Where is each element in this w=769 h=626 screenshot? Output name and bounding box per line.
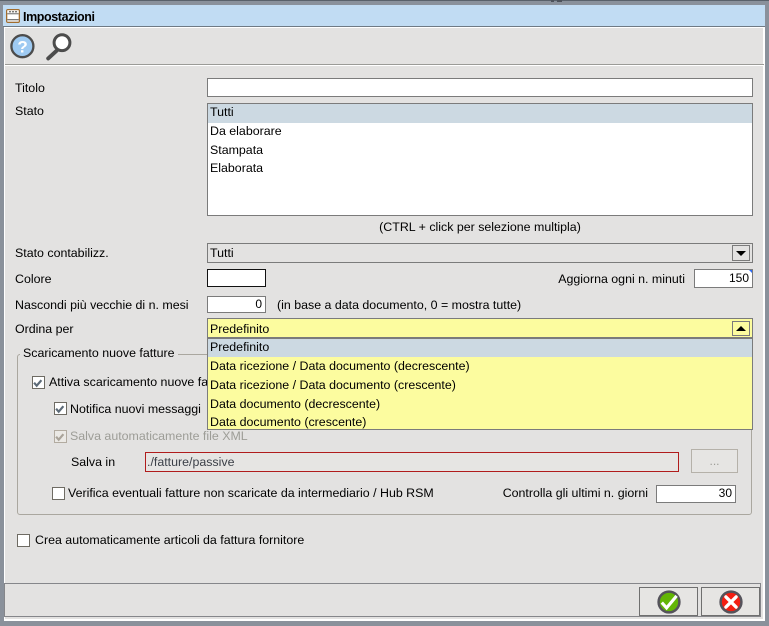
- svg-text:?: ?: [17, 38, 27, 57]
